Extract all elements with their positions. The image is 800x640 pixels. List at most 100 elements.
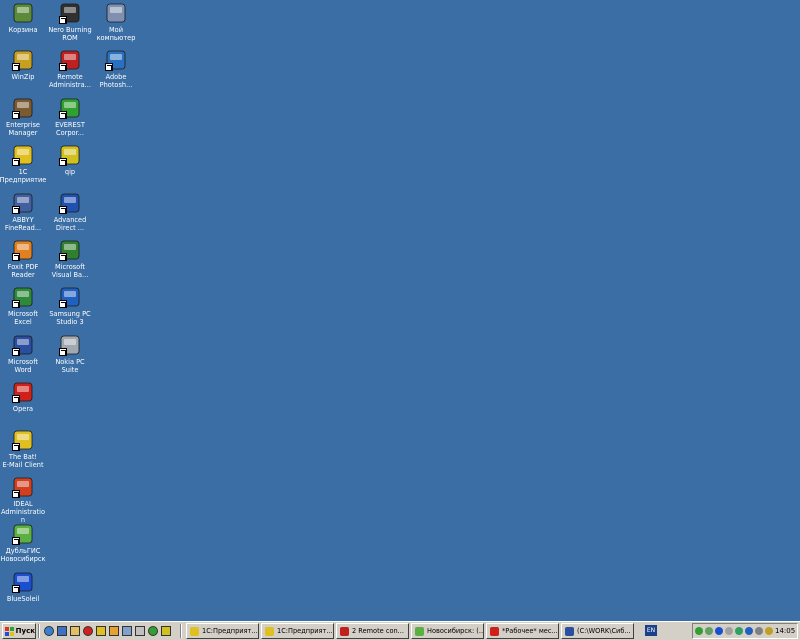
- shortcut-label: Microsoft Word: [7, 357, 38, 374]
- shortcut-label: ДубльГИС Новосибирск: [0, 547, 46, 564]
- desktop-shortcut[interactable]: Microsoft Word: [0, 334, 46, 380]
- qip-quick-icon[interactable]: [161, 626, 171, 636]
- tray-volume-icon[interactable]: [755, 627, 763, 635]
- ideal-icon: [12, 476, 34, 498]
- shortcut-arrow-icon: [59, 300, 67, 309]
- shortcut-label: Opera: [12, 405, 34, 414]
- dublgis-icon: [12, 523, 34, 546]
- shortcut-label: BlueSoleil: [6, 594, 40, 603]
- bat-quick-icon[interactable]: [109, 626, 119, 636]
- shortcut-label: Enterprise Manager: [6, 120, 40, 137]
- shortcut-arrow-icon: [12, 253, 20, 261]
- desktop-shortcut[interactable]: The Bat! E-Mail Client: [0, 429, 46, 475]
- everest-quick-icon[interactable]: [148, 626, 158, 636]
- taskbar-button-label: *Рабочее* мес...: [502, 627, 558, 635]
- shortcut-label: ABBYY FineRead...: [4, 215, 42, 232]
- notepad-quick-icon[interactable]: [122, 626, 132, 636]
- shortcut-label: Nokia PC Suite: [55, 357, 85, 374]
- nokia-icon: [59, 334, 81, 356]
- shortcut-arrow-icon: [12, 300, 20, 309]
- shortcut-label: IDEAL Administration: [0, 500, 46, 524]
- shortcut-arrow-icon: [12, 110, 20, 119]
- language-indicator[interactable]: EN: [645, 625, 657, 636]
- desktop-shortcut[interactable]: ABBYY FineRead...: [0, 192, 46, 238]
- desktop-shortcut[interactable]: 1C Предприятие: [0, 144, 46, 190]
- desktop-shortcut[interactable]: WinZip: [0, 49, 46, 95]
- shortcut-arrow-icon: [12, 63, 20, 72]
- desktop: Корзина WinZip Enterprise Manager 1C Предпр…: [0, 0, 800, 621]
- taskbar-button[interactable]: 1С:Предприят...: [186, 623, 259, 639]
- desktop-shortcut[interactable]: qip: [47, 144, 93, 190]
- samsung-icon: [59, 286, 81, 309]
- shortcut-label: 1C Предприятие: [0, 168, 47, 185]
- shortcut-arrow-icon: [12, 490, 20, 498]
- explorer-icon[interactable]: [70, 626, 80, 636]
- 1c-quick-icon[interactable]: [96, 626, 106, 636]
- shortcut-arrow-icon: [59, 16, 67, 24]
- desktop-shortcut[interactable]: ДубльГИС Новосибирск: [0, 523, 46, 569]
- desktop-shortcut[interactable]: Microsoft Excel: [0, 286, 46, 332]
- shortcut-label: Remote Administra...: [49, 73, 91, 90]
- app-icon: [415, 626, 424, 636]
- show-desktop-icon[interactable]: [57, 626, 67, 636]
- desktop-shortcut[interactable]: Foxit PDF Reader: [0, 239, 46, 285]
- shortcut-label: qip: [64, 168, 76, 177]
- shortcut-arrow-icon: [59, 158, 67, 167]
- taskbar-button-label: 2 Remote con...: [352, 627, 404, 635]
- shortcut-arrow-icon: [12, 395, 20, 404]
- desktop-shortcut[interactable]: Мой компьютер: [93, 2, 139, 48]
- shortcut-arrow-icon: [12, 584, 20, 593]
- tray-device-icon[interactable]: [725, 627, 733, 635]
- shortcut-arrow-icon: [12, 442, 20, 451]
- shortcut-label: Foxit PDF Reader: [7, 263, 39, 279]
- taskbar-button[interactable]: (C:\WORK\Сиб...: [561, 623, 634, 639]
- enterprise-manager-icon: [12, 97, 34, 119]
- tray-bluetooth-icon[interactable]: [715, 627, 723, 635]
- desktop-shortcut[interactable]: Remote Administra...: [47, 49, 93, 95]
- tray-agent-icon[interactable]: [705, 627, 713, 635]
- opera-quick-icon[interactable]: [83, 626, 93, 636]
- taskbar-button-label: 1С:Предприят...: [202, 627, 258, 635]
- taskbar-button[interactable]: 2 Remote con...: [336, 623, 409, 639]
- taskbar-button-label: 1С:Предприят...: [277, 627, 333, 635]
- taskbar-button[interactable]: Новосибирск: (...: [411, 623, 484, 639]
- tray-sync-icon[interactable]: [735, 627, 743, 635]
- shortcut-arrow-icon: [59, 205, 67, 214]
- visual-basic-icon: [59, 239, 81, 261]
- clock[interactable]: 14:05: [775, 627, 795, 635]
- desktop-shortcut[interactable]: Nokia PC Suite: [47, 334, 93, 380]
- start-button[interactable]: Пуск: [2, 623, 36, 639]
- desktop-shortcut[interactable]: Nero Burning ROM: [47, 2, 93, 48]
- desktop-shortcut[interactable]: Samsung PC Studio 3: [47, 286, 93, 332]
- shortcut-arrow-icon: [59, 253, 67, 261]
- remote-admin-icon: [59, 49, 81, 72]
- desktop-shortcut[interactable]: Enterprise Manager: [0, 97, 46, 143]
- shortcut-label: EVEREST Corpor...: [55, 120, 85, 137]
- desktop-shortcut[interactable]: BlueSoleil: [0, 571, 46, 617]
- tray-misc-icon[interactable]: [765, 627, 773, 635]
- desktop-shortcut[interactable]: Opera: [0, 381, 46, 427]
- taskbar-button[interactable]: *Рабочее* мес...: [486, 623, 559, 639]
- opera-icon: [12, 381, 34, 404]
- tray-network-icon[interactable]: [695, 627, 703, 635]
- taskbar: Пуск EN 14:05 1С:Предприят... 1С:Предприя…: [0, 621, 800, 640]
- tray-samsung-icon[interactable]: [745, 627, 753, 635]
- desktop-shortcut[interactable]: Adobe Photosh...: [93, 49, 139, 95]
- shortcut-arrow-icon: [12, 158, 20, 167]
- desktop-shortcut[interactable]: Microsoft Visual Ba...: [47, 239, 93, 285]
- bluetooth-icon: [12, 571, 34, 593]
- shortcut-label: Мой компьютер: [96, 26, 136, 42]
- shortcut-arrow-icon: [59, 347, 67, 356]
- calculator-quick-icon[interactable]: [135, 626, 145, 636]
- ie-icon[interactable]: [44, 626, 54, 636]
- shortcut-label: Nero Burning ROM: [48, 26, 92, 42]
- taskbar-button[interactable]: 1С:Предприят...: [261, 623, 334, 639]
- taskbar-separator: [180, 624, 182, 638]
- desktop-shortcut[interactable]: Advanced Direct ...: [47, 192, 93, 238]
- desktop-shortcut[interactable]: IDEAL Administration: [0, 476, 46, 524]
- everest-icon: [59, 97, 81, 119]
- shortcut-label: Microsoft Excel: [7, 310, 38, 327]
- desktop-shortcut[interactable]: EVEREST Corpor...: [47, 97, 93, 143]
- app-icon: [340, 626, 349, 636]
- desktop-shortcut[interactable]: Корзина: [0, 2, 46, 48]
